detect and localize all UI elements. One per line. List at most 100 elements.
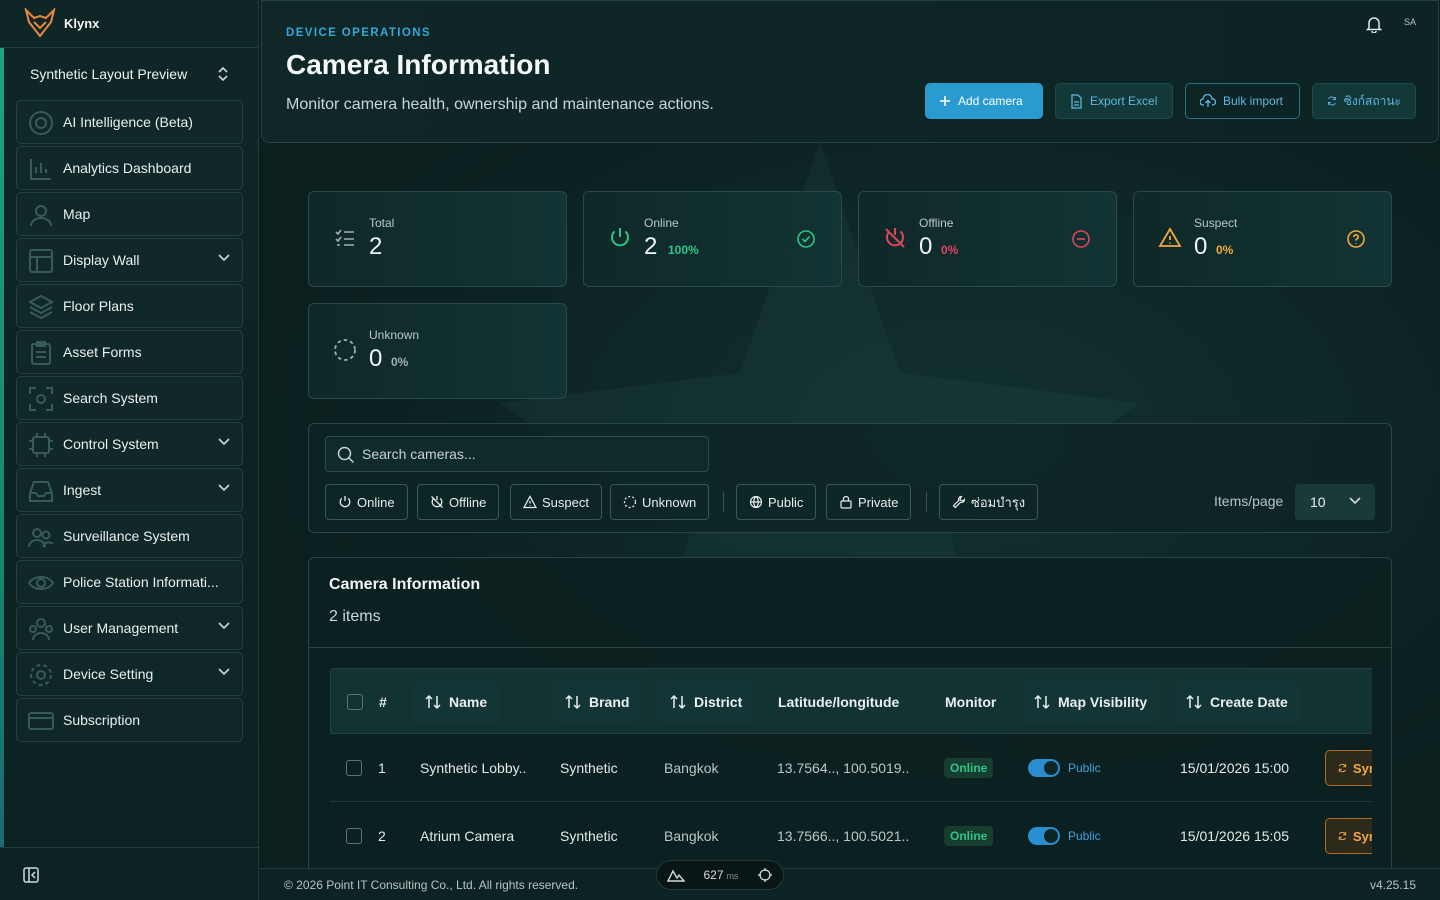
- sidebar-item-device-setting[interactable]: Device Setting: [16, 652, 243, 696]
- visibility-label: Public: [1068, 761, 1101, 775]
- ai-target-icon: [29, 111, 53, 135]
- sidebar-item-label: Control System: [63, 436, 159, 452]
- workspace-switcher[interactable]: Synthetic Layout Preview: [16, 56, 243, 92]
- sidebar-item-label: Surveillance System: [63, 528, 190, 544]
- row-checkbox[interactable]: [346, 802, 362, 870]
- row-checkbox[interactable]: [346, 734, 362, 802]
- bell-icon[interactable]: [1366, 15, 1382, 33]
- add-camera-button[interactable]: Add camera: [925, 83, 1043, 119]
- sidebar-item-ai-intelligence-beta[interactable]: AI Intelligence (Beta): [16, 100, 243, 144]
- column-district-sort[interactable]: District: [658, 681, 755, 723]
- filter-online-chip[interactable]: Online: [325, 484, 408, 520]
- filter-private-chip[interactable]: Private: [826, 484, 912, 520]
- sort-icon: [670, 694, 686, 710]
- create-date: 15/01/2026 15:05: [1180, 828, 1289, 844]
- copyright: © 2026 Point IT Consulting Co., Ltd. All…: [284, 878, 579, 892]
- camera-table-panel: Camera Information 2 items # Name Brand …: [308, 557, 1392, 887]
- filter-unknown-chip[interactable]: Unknown: [610, 484, 710, 520]
- stat-card-unknown: Unknown 0 0%: [308, 303, 567, 399]
- sidebar-item-surveillance-system[interactable]: Surveillance System: [16, 514, 243, 558]
- sidebar-item-map[interactable]: Map: [16, 192, 243, 236]
- globe-icon: [749, 495, 763, 509]
- stat-value: 0: [919, 233, 933, 260]
- sidebar-footer-divider: [0, 847, 259, 848]
- power-off-icon: [885, 228, 905, 248]
- avatar[interactable]: SA: [1404, 17, 1416, 27]
- stat-card-offline: Offline 0 0%: [858, 191, 1117, 287]
- sync-status-button[interactable]: ซิงก์สถานะ: [1312, 83, 1416, 119]
- filter-offline-chip[interactable]: Offline: [417, 484, 500, 520]
- sidebar-item-search-system[interactable]: Search System: [16, 376, 243, 420]
- power-off-icon: [431, 496, 443, 508]
- stat-label: Total: [369, 216, 395, 230]
- search-input[interactable]: Search cameras...: [325, 436, 709, 472]
- export-excel-button[interactable]: Export Excel: [1055, 83, 1173, 119]
- layers-icon: [27, 294, 55, 320]
- mountain-logo-icon: [667, 869, 685, 882]
- collapse-sidebar-icon[interactable]: [22, 866, 40, 884]
- camera-table: # Name Brand District Latitude/longitude…: [330, 668, 1372, 886]
- filter-suspect-chip[interactable]: Suspect: [510, 484, 602, 520]
- column-district-label: District: [694, 694, 743, 710]
- sidebar-item-label: Asset Forms: [63, 344, 142, 360]
- filter-public-chip[interactable]: Public: [736, 484, 817, 520]
- camera-name[interactable]: Synthetic Lobby..: [420, 734, 526, 802]
- status-badge: Online: [944, 758, 994, 778]
- stat-value: 0: [1194, 233, 1208, 260]
- row-sync-button[interactable]: Sync: [1325, 750, 1372, 786]
- visibility-toggle[interactable]: [1028, 827, 1060, 845]
- sync-status-label: ซิงก์สถานะ: [1343, 93, 1401, 108]
- row-sync-button[interactable]: Sync: [1325, 818, 1372, 854]
- column-created-sort[interactable]: Create Date: [1174, 681, 1300, 723]
- sidebar-item-police-station-informati[interactable]: Police Station Informati...: [16, 560, 243, 604]
- bulk-import-button[interactable]: Bulk import: [1185, 83, 1300, 119]
- sidebar-item-control-system[interactable]: Control System: [16, 422, 243, 466]
- search-icon: [337, 446, 355, 464]
- column-name-sort[interactable]: Name: [413, 681, 500, 723]
- latency-value: 627: [703, 868, 724, 882]
- items-per-page-select[interactable]: 10: [1295, 484, 1375, 520]
- sidebar-item-user-management[interactable]: User Management: [16, 606, 243, 650]
- performance-widget[interactable]: 627 ms: [656, 860, 784, 890]
- filter-suspect-label: Suspect: [542, 494, 589, 510]
- stat-label: Unknown: [369, 328, 420, 342]
- crosshair-icon[interactable]: [757, 867, 773, 883]
- sidebar-item-ingest[interactable]: Ingest: [16, 468, 243, 512]
- sidebar-item-label: Subscription: [63, 712, 141, 728]
- filter-private-label: Private: [858, 494, 899, 510]
- chevron-down-icon: [218, 254, 230, 262]
- sidebar-item-label: Floor Plans: [63, 298, 134, 314]
- column-name-label: Name: [449, 694, 488, 710]
- sidebar-item-label: User Management: [63, 620, 179, 636]
- visibility-toggle[interactable]: [1028, 759, 1060, 777]
- refresh-icon: [1338, 763, 1347, 773]
- column-visibility-sort[interactable]: Map Visibility: [1022, 681, 1160, 723]
- column-visibility-label: Map Visibility: [1058, 694, 1148, 710]
- stat-card-online: Online 2 100%: [583, 191, 842, 287]
- chevron-updown-icon: [218, 66, 228, 82]
- column-brand-sort[interactable]: Brand: [553, 681, 642, 723]
- select-all-checkbox[interactable]: [347, 669, 363, 735]
- filter-maintenance-chip[interactable]: ซ่อมบำรุง: [939, 484, 1039, 520]
- table-row[interactable]: 2 Atrium Camera Synthetic Bangkok 13.7566..,…: [330, 802, 1372, 870]
- sidebar-item-subscription[interactable]: Subscription: [16, 698, 243, 742]
- sidebar-item-asset-forms[interactable]: Asset Forms: [16, 330, 243, 374]
- users-icon: [28, 528, 54, 548]
- sidebar-item-display-wall[interactable]: Display Wall: [16, 238, 243, 282]
- table-row[interactable]: 1 Synthetic Lobby.. Synthetic Bangkok 13.756…: [330, 734, 1372, 802]
- sidebar-item-analytics-dashboard[interactable]: Analytics Dashboard: [16, 146, 243, 190]
- stat-card-total: Total 2: [308, 191, 567, 287]
- stat-value: 0: [369, 345, 383, 372]
- page-footer: © 2026 Point IT Consulting Co., Ltd. All…: [260, 868, 1440, 900]
- chevron-down-icon: [218, 622, 230, 630]
- camera-brand: Synthetic: [560, 828, 618, 844]
- stat-percent: 0%: [1216, 243, 1234, 257]
- camera-name[interactable]: Atrium Camera: [420, 802, 514, 870]
- camera-district: Bangkok: [664, 760, 719, 776]
- sidebar: Klynx Synthetic Layout Preview AI Intell…: [0, 0, 259, 900]
- sidebar-item-floor-plans[interactable]: Floor Plans: [16, 284, 243, 328]
- brand[interactable]: Klynx: [24, 8, 99, 38]
- lock-icon: [840, 495, 852, 509]
- sort-icon: [1186, 694, 1202, 710]
- stat-label: Online: [644, 216, 679, 230]
